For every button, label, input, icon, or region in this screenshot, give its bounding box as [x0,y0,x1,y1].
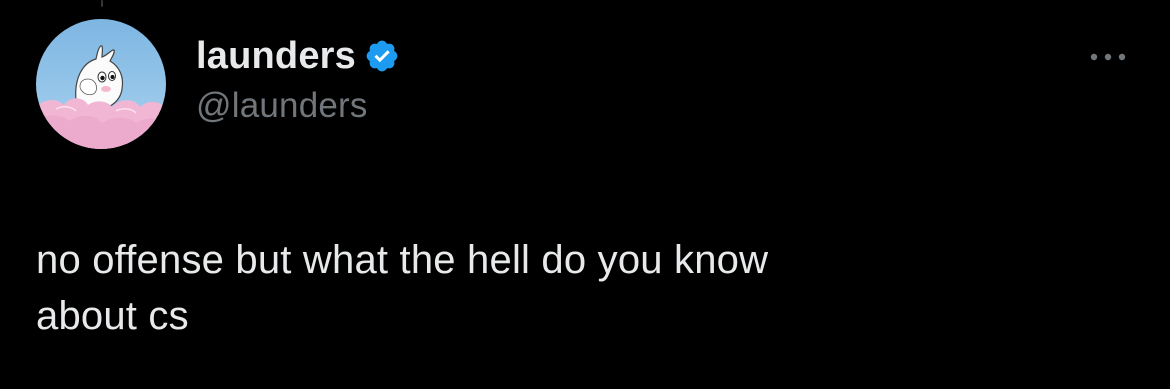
more-dots-icon [1090,53,1126,61]
author-info: launders @launders [196,34,400,126]
author-name-row: launders [196,34,400,78]
author-handle[interactable]: @launders [196,86,400,126]
more-options-button[interactable] [1080,42,1136,72]
tweet-text: no offense but what the hell do you know… [36,238,769,338]
verified-badge-icon[interactable] [364,38,400,74]
author-display-name[interactable]: launders [196,34,356,78]
moomin-avatar-icon[interactable] [36,19,166,149]
avatar-image [36,19,166,149]
thread-connector-line [101,0,103,7]
tweet-card[interactable]: launders @launders no offense but what t… [0,0,1170,389]
